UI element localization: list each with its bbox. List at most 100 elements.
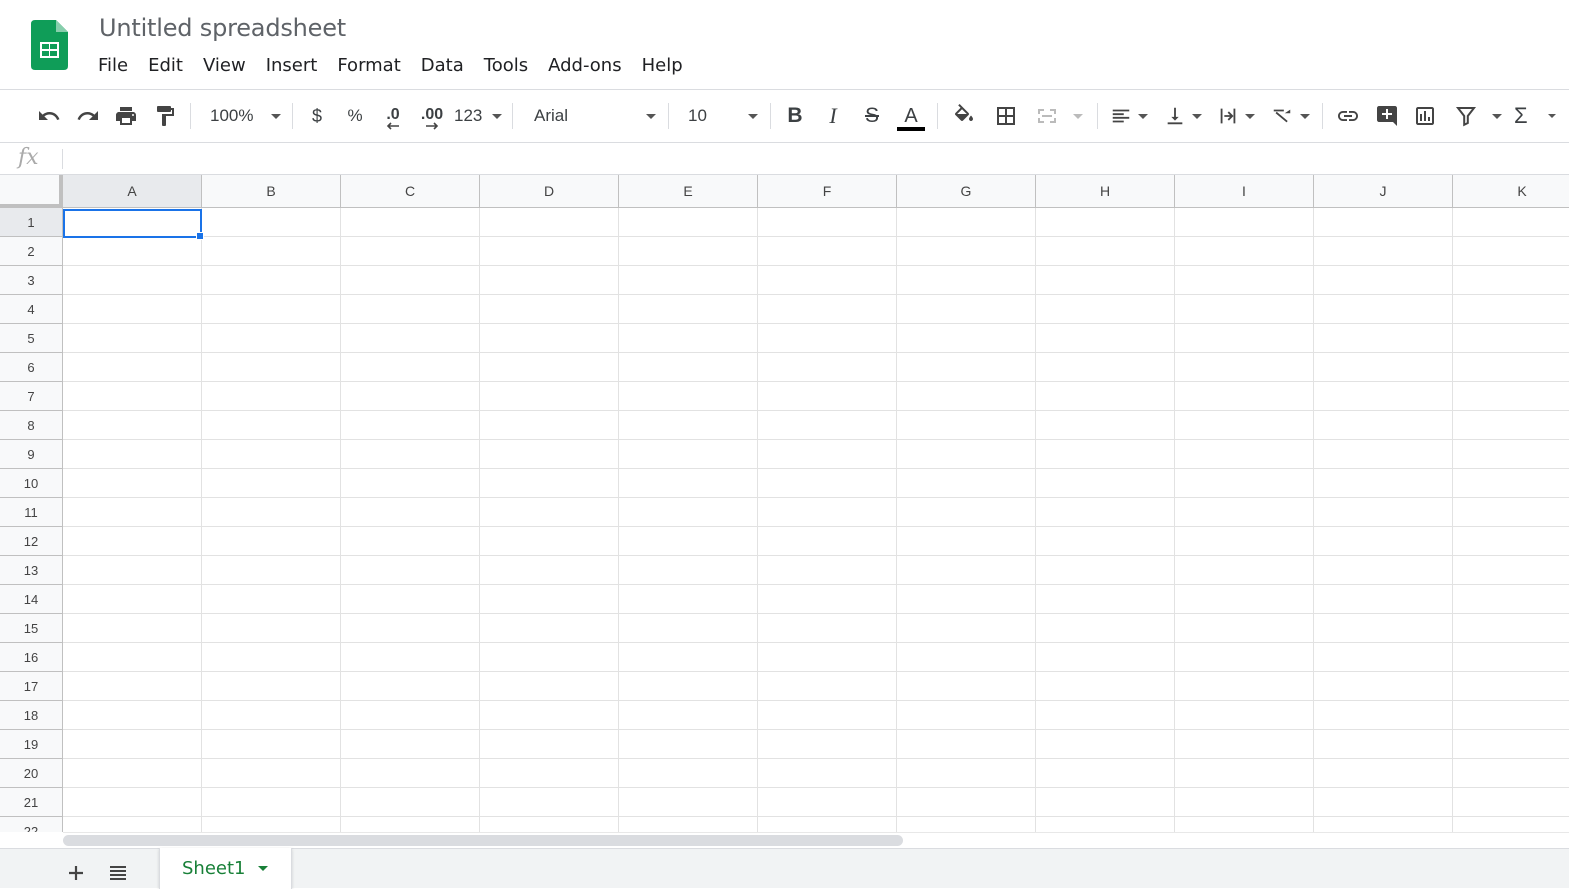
chevron-down-icon[interactable] <box>257 866 268 871</box>
chevron-down-icon <box>748 113 758 119</box>
borders-icon <box>997 107 1015 125</box>
menu-bar: File Edit View Insert Format Data Tools … <box>88 53 693 79</box>
sheet-tab[interactable]: Sheet1 <box>159 848 292 889</box>
row-header-6[interactable]: 6 <box>0 353 63 382</box>
print-button[interactable] <box>110 90 142 142</box>
row-header-1[interactable]: 1 <box>0 208 63 237</box>
menu-format[interactable]: Format <box>327 53 410 79</box>
menu-help[interactable]: Help <box>632 53 693 79</box>
row-header-21[interactable]: 21 <box>0 788 63 817</box>
row-header-19[interactable]: 19 <box>0 730 63 759</box>
menu-tools[interactable]: Tools <box>474 53 538 79</box>
vertical-align-select[interactable] <box>1160 90 1206 142</box>
chevron-down-icon <box>1245 113 1255 119</box>
row-header-16[interactable]: 16 <box>0 643 63 672</box>
bold-button[interactable]: B <box>779 90 811 142</box>
document-title[interactable]: Untitled spreadsheet <box>99 14 346 42</box>
row-header-14[interactable]: 14 <box>0 585 63 614</box>
more-formats-select[interactable]: 123 <box>454 90 502 142</box>
menu-insert[interactable]: Insert <box>256 53 328 79</box>
row-header-5[interactable]: 5 <box>0 324 63 353</box>
row-header-13[interactable]: 13 <box>0 556 63 585</box>
sheets-logo-icon[interactable] <box>31 20 68 70</box>
row-header-20[interactable]: 20 <box>0 759 63 788</box>
zoom-select[interactable]: 100% <box>202 90 287 142</box>
cell-area[interactable] <box>63 208 1569 832</box>
horizontal-scrollbar-thumb[interactable] <box>63 835 903 846</box>
text-color-button[interactable]: A <box>895 90 927 142</box>
column-header-i[interactable]: I <box>1175 175 1314 208</box>
active-cell-a1[interactable] <box>63 209 202 238</box>
toolbar-divider <box>512 103 513 129</box>
row-header-8[interactable]: 8 <box>0 411 63 440</box>
row-header-15[interactable]: 15 <box>0 614 63 643</box>
font-size-select[interactable]: 10 <box>680 90 762 142</box>
text-color-swatch <box>897 126 925 131</box>
insert-comment-button[interactable] <box>1371 90 1403 142</box>
undo-button[interactable] <box>33 90 65 142</box>
all-sheets-button[interactable] <box>102 857 134 889</box>
column-header-k[interactable]: K <box>1453 175 1569 208</box>
menu-view[interactable]: View <box>193 53 256 79</box>
row-header-22[interactable]: 22 <box>0 817 63 832</box>
functions-button[interactable]: Σ <box>1512 90 1558 142</box>
row-header-2[interactable]: 2 <box>0 237 63 266</box>
column-header-e[interactable]: E <box>619 175 758 208</box>
menu-data[interactable]: Data <box>411 53 474 79</box>
formula-input[interactable] <box>70 147 1560 171</box>
insert-chart-button[interactable] <box>1409 90 1441 142</box>
arrow-left-icon <box>386 122 399 130</box>
text-rotation-select[interactable] <box>1266 90 1314 142</box>
font-family-select[interactable]: Arial <box>526 90 662 142</box>
fill-color-button[interactable] <box>948 90 980 142</box>
increase-decimal-button[interactable]: .00 <box>414 90 450 142</box>
add-sheet-button[interactable] <box>60 857 92 889</box>
row-header-9[interactable]: 9 <box>0 440 63 469</box>
column-header-h[interactable]: H <box>1036 175 1175 208</box>
row-header-4[interactable]: 4 <box>0 295 63 324</box>
row-header-17[interactable]: 17 <box>0 672 63 701</box>
align-left-icon <box>1112 109 1130 123</box>
chevron-down-icon <box>1300 113 1310 119</box>
text-rotation-icon <box>1273 109 1291 123</box>
column-header-f[interactable]: F <box>758 175 897 208</box>
fill-handle[interactable] <box>196 232 204 240</box>
column-header-g[interactable]: G <box>897 175 1036 208</box>
format-percent-button[interactable]: % <box>340 90 370 142</box>
row-header-10[interactable]: 10 <box>0 469 63 498</box>
decrease-decimal-button[interactable]: .0 <box>376 90 410 142</box>
insert-link-button[interactable] <box>1332 90 1364 142</box>
filter-button[interactable] <box>1450 90 1506 142</box>
column-header-b[interactable]: B <box>202 175 341 208</box>
row-header-18[interactable]: 18 <box>0 701 63 730</box>
zoom-value: 100% <box>210 106 254 125</box>
column-header-c[interactable]: C <box>341 175 480 208</box>
toolbar: 100% $ % .0 .00 123 Arial 10 B I S A Σ <box>0 89 1569 143</box>
menu-addons[interactable]: Add-ons <box>538 53 631 79</box>
strikethrough-button[interactable]: S <box>856 90 888 142</box>
redo-button[interactable] <box>72 90 104 142</box>
column-header-j[interactable]: J <box>1314 175 1453 208</box>
formula-divider <box>62 149 63 169</box>
format-currency-button[interactable]: $ <box>302 90 332 142</box>
horizontal-align-select[interactable] <box>1106 90 1152 142</box>
text-wrapping-select[interactable] <box>1213 90 1259 142</box>
toolbar-divider <box>668 103 669 129</box>
menu-file[interactable]: File <box>88 53 138 79</box>
row-header-12[interactable]: 12 <box>0 527 63 556</box>
row-header-3[interactable]: 3 <box>0 266 63 295</box>
row-header-7[interactable]: 7 <box>0 382 63 411</box>
borders-button[interactable] <box>990 90 1022 142</box>
italic-button[interactable]: I <box>817 90 849 142</box>
list-icon <box>110 866 126 880</box>
row-header-11[interactable]: 11 <box>0 498 63 527</box>
column-header-a[interactable]: A <box>63 175 202 208</box>
paint-format-icon <box>157 106 174 126</box>
menu-edit[interactable]: Edit <box>138 53 193 79</box>
merge-cells-button[interactable] <box>1031 90 1089 142</box>
paint-format-button[interactable] <box>149 90 181 142</box>
chevron-down-icon <box>646 113 656 119</box>
column-header-d[interactable]: D <box>480 175 619 208</box>
formula-bar: fx <box>0 143 1569 175</box>
select-all-corner[interactable] <box>0 175 63 208</box>
